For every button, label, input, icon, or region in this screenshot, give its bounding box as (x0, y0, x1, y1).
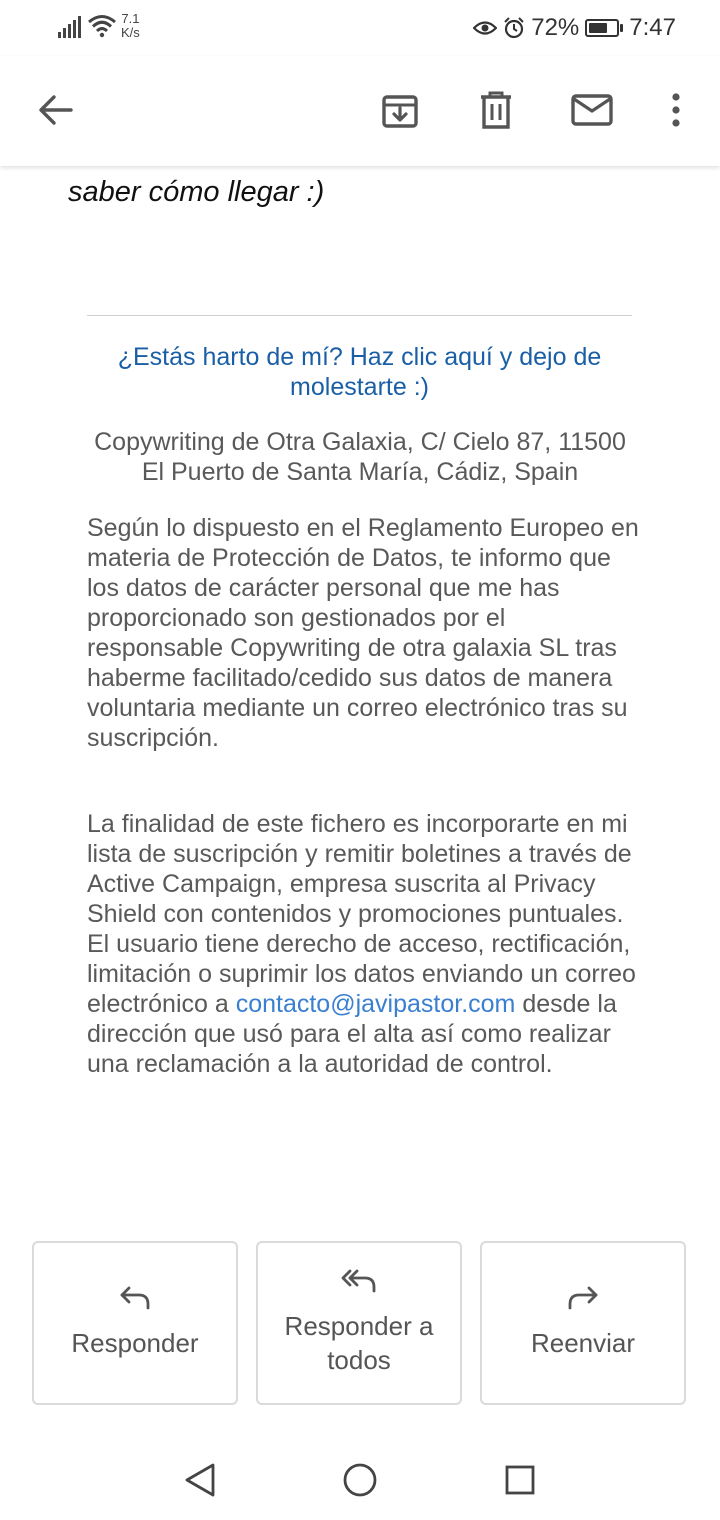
system-nav-bar (0, 1440, 720, 1520)
more-options-button[interactable] (648, 82, 704, 138)
signal-icon (58, 16, 81, 38)
unsubscribe-link[interactable]: ¿Estás harto de mí? Haz clic aquí y dejo… (87, 342, 632, 402)
alarm-icon (504, 17, 524, 39)
trash-icon (481, 91, 511, 129)
nav-back-button[interactable] (178, 1458, 222, 1502)
sender-address: Copywriting de Otra Galaxia, C/ Cielo 87… (94, 428, 626, 486)
reply-label: Responder (71, 1328, 199, 1358)
mail-icon (571, 94, 613, 126)
nav-home-button[interactable] (338, 1458, 382, 1502)
square-recents-icon (505, 1465, 535, 1495)
archive-icon (382, 95, 418, 128)
status-right: 72% 7:47 (473, 14, 676, 42)
reply-all-label: Responder a todos (284, 1311, 434, 1375)
forward-button[interactable]: Reenviar (480, 1241, 686, 1405)
status-bar: 7.1 K/s 72% 7:47 (0, 0, 720, 56)
arrow-back-icon (39, 95, 73, 125)
more-vert-icon (672, 93, 680, 127)
triangle-back-icon (185, 1463, 215, 1497)
reply-all-button[interactable]: Responder a todos (256, 1241, 462, 1405)
network-speed-value: 7.1 (121, 11, 140, 26)
status-left: 7.1 K/s (58, 12, 140, 40)
wifi-icon (88, 15, 116, 38)
reply-all-icon (341, 1269, 376, 1293)
network-speed-unit: K/s (121, 25, 140, 40)
battery-percent: 72% (531, 14, 580, 41)
delete-button[interactable] (468, 82, 524, 138)
archive-button[interactable] (372, 82, 428, 138)
purpose-paragraph: La finalidad de este fichero es incorpor… (87, 809, 647, 1079)
forward-label: Reenviar (530, 1328, 636, 1358)
app-bar (0, 56, 720, 166)
reply-actions: Responder Responder a todos Reenviar (32, 1241, 688, 1407)
nav-recents-button[interactable] (498, 1458, 542, 1502)
battery-icon (585, 19, 624, 37)
clock: 7:47 (629, 14, 676, 41)
circle-home-icon (343, 1463, 377, 1497)
forward-icon (568, 1286, 598, 1310)
contact-email-link[interactable]: contacto@javipastor.com (236, 990, 516, 1018)
mark-unread-button[interactable] (564, 82, 620, 138)
footer-divider (87, 315, 632, 316)
back-button[interactable] (27, 82, 83, 138)
closing-line: saber cómo llegar :) (68, 176, 325, 208)
eye-comfort-icon (473, 21, 498, 35)
purpose-text-before-link: La finalidad de este fichero es incorpor… (87, 810, 636, 1018)
network-speed: 7.1 K/s (121, 12, 140, 40)
privacy-paragraph: Según lo dispuesto en el Reglamento Euro… (87, 514, 639, 752)
reply-button[interactable]: Responder (32, 1241, 238, 1405)
reply-icon (120, 1286, 150, 1310)
